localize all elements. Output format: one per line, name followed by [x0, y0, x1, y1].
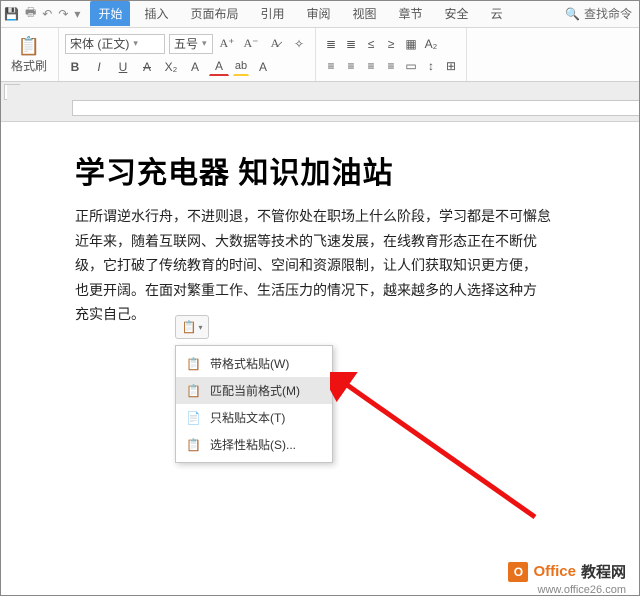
superscript-button[interactable]: A — [185, 58, 205, 76]
quick-access-toolbar: 💾 🖶 ↶ ↷ ▾ — [4, 3, 80, 24]
indent-inc-button[interactable]: ≥ — [382, 35, 400, 53]
tab-reference[interactable]: 引用 — [252, 1, 292, 26]
search-icon: 🔍 — [565, 7, 580, 21]
menu-tab-bar: 💾 🖶 ↶ ↷ ▾ 开始 插入 页面布局 引用 审阅 视图 章节 安全 云 🔍 … — [0, 0, 640, 28]
strike-button[interactable]: A — [137, 58, 157, 76]
watermark-logo: O — [508, 562, 528, 582]
horizontal-ruler[interactable] — [72, 100, 640, 116]
char-bg-button[interactable]: A — [253, 58, 273, 76]
tab-safety[interactable]: 安全 — [437, 1, 477, 26]
ribbon-tabs: 开始 插入 页面布局 引用 审阅 视图 章节 安全 云 — [90, 1, 510, 26]
paragraph-line: 充实自己。 — [75, 304, 625, 329]
tab-start[interactable]: 开始 — [90, 1, 130, 26]
tab-chapter[interactable]: 章节 — [391, 1, 431, 26]
clipboard-match-icon: 📋 — [186, 384, 202, 398]
numbering-button[interactable]: ≣ — [342, 35, 360, 53]
shrink-font-button[interactable]: A⁻ — [241, 35, 261, 53]
line-spacing-button[interactable]: ↕ — [422, 57, 440, 75]
doc-title: 学习充电器 知识加油站 — [75, 148, 625, 192]
clipboard-group: 📋 格式刷 — [0, 28, 59, 81]
clipboard-icon: 📋 — [182, 320, 197, 334]
borders-button[interactable]: ⊞ — [442, 57, 460, 75]
font-color-button[interactable]: A — [209, 58, 229, 76]
paste-special[interactable]: 📋 选择性粘贴(S)... — [176, 431, 332, 458]
clipboard-format-icon: 📋 — [186, 357, 202, 371]
search-label: 查找命令 — [584, 5, 632, 22]
grow-font-button[interactable]: A⁺ — [217, 35, 237, 53]
menu-item-label: 只粘贴文本(T) — [210, 409, 285, 426]
document-page: 学习充电器 知识加油站 正所谓逆水行舟，不进则退，不管你处在职场上什么阶段，学习… — [65, 128, 635, 558]
undo-icon[interactable]: ↶ — [42, 7, 52, 21]
tab-insert[interactable]: 插入 — [136, 1, 176, 26]
style-grid-button[interactable]: ▦ — [402, 35, 420, 53]
paragraph-line: 也更开阔。在面对繁重工作、生活压力的情况下，越来越多的人选择这种方 — [75, 280, 625, 305]
paste-text-only[interactable]: 📄 只粘贴文本(T) — [176, 404, 332, 431]
indent-dec-button[interactable]: ≤ — [362, 35, 380, 53]
tab-view[interactable]: 视图 — [345, 1, 385, 26]
menu-item-label: 选择性粘贴(S)... — [210, 436, 296, 453]
paste-options: 📋 ▾ 📋 带格式粘贴(W) 📋 匹配当前格式(M) 📄 只粘贴文本(T) 📋 … — [175, 315, 333, 463]
menu-item-label: 匹配当前格式(M) — [210, 382, 300, 399]
bold-button[interactable]: B — [65, 58, 85, 76]
tab-yun[interactable]: 云 — [483, 1, 511, 26]
paste-icon: 📋 — [18, 36, 40, 57]
print-icon[interactable]: 🖶 — [25, 3, 36, 24]
watermark-text: 教程网 — [581, 561, 626, 582]
ab-button[interactable]: A₂ — [422, 35, 440, 53]
watermark: O Office 教程网 — [508, 561, 626, 582]
paragraph-line: 级，它打破了传统教育的时间、空间和资源限制，让人们获取知识更方便， — [75, 255, 625, 280]
save-icon[interactable]: 💾 — [4, 7, 19, 21]
paragraph-line: 正所谓逆水行舟，不进则退，不管你处在职场上什么阶段，学习都是不可懈怠 — [75, 206, 625, 231]
align-right-button[interactable]: ≡ — [362, 57, 380, 75]
redo-icon[interactable]: ↷ — [58, 7, 68, 21]
chevron-down-icon: ▾ — [198, 323, 202, 332]
style-button[interactable]: ✧ — [289, 35, 309, 53]
underline-button[interactable]: U — [113, 58, 133, 76]
format-brush-label: 格式刷 — [11, 57, 47, 74]
watermark-brand: Office — [533, 563, 576, 580]
align-justify-button[interactable]: ≡ — [382, 57, 400, 75]
tab-layout[interactable]: 页面布局 — [182, 1, 246, 26]
watermark-url: www.office26.com — [538, 584, 626, 596]
menu-item-label: 带格式粘贴(W) — [210, 355, 289, 372]
align-center-button[interactable]: ≡ — [342, 57, 360, 75]
clipboard-text-icon: 📄 — [186, 411, 202, 425]
italic-button[interactable]: I — [89, 58, 109, 76]
qat-more-icon[interactable]: ▾ — [74, 7, 80, 21]
align-left-button[interactable]: ≡ — [322, 57, 340, 75]
bullets-button[interactable]: ≣ — [322, 35, 340, 53]
paragraph-line: 近年来，随着互联网、大数据等技术的飞速发展，在线教育形态正在不断优 — [75, 231, 625, 256]
clear-format-button[interactable]: A̷ — [265, 35, 285, 53]
paste-options-button[interactable]: 📋 ▾ — [175, 315, 209, 339]
paste-match-format[interactable]: 📋 匹配当前格式(M) — [176, 377, 332, 404]
doc-body: 正所谓逆水行舟，不进则退，不管你处在职场上什么阶段，学习都是不可懈怠 近年来，随… — [75, 206, 625, 329]
paragraph-group: ≣ ≣ ≤ ≥ ▦ A₂ ≡ ≡ ≡ ≡ ▭ ↕ ⊞ — [316, 28, 467, 81]
format-brush-button[interactable]: 📋 格式刷 — [6, 36, 52, 74]
font-size-select[interactable]: 五号▾ — [169, 34, 213, 54]
font-name-select[interactable]: 宋体 (正文)▾ — [65, 34, 165, 54]
search-command[interactable]: 🔍 查找命令 — [565, 5, 640, 22]
paste-options-menu: 📋 带格式粘贴(W) 📋 匹配当前格式(M) 📄 只粘贴文本(T) 📋 选择性粘… — [175, 345, 333, 463]
tab-review[interactable]: 审阅 — [299, 1, 339, 26]
font-group: 宋体 (正文)▾ 五号▾ A⁺ A⁻ A̷ ✧ B I U A X₂ A A a… — [59, 28, 316, 81]
subscript-button[interactable]: X₂ — [161, 58, 181, 76]
clipboard-special-icon: 📋 — [186, 438, 202, 452]
ribbon: 📋 格式刷 宋体 (正文)▾ 五号▾ A⁺ A⁻ A̷ ✧ B I U A X₂… — [0, 28, 640, 82]
paste-with-format[interactable]: 📋 带格式粘贴(W) — [176, 350, 332, 377]
ruler-area — [0, 82, 640, 122]
shading-button[interactable]: ▭ — [402, 57, 420, 75]
highlight-button[interactable]: ab — [233, 58, 249, 76]
